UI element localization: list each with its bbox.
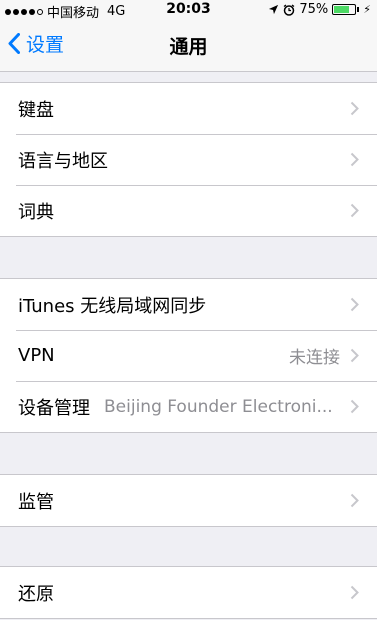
page-title: 通用	[169, 36, 208, 58]
settings-row-supervision[interactable]: 监管	[0, 475, 377, 526]
settings-group-network: iTunes 无线局域网同步 VPN 未连接 设备管理 Beijing Foun…	[0, 278, 377, 433]
battery-tip	[357, 7, 360, 12]
row-label: 还原	[18, 583, 54, 605]
settings-row-reset[interactable]: 还原	[0, 567, 377, 618]
navigation-bar: 设置 通用	[0, 20, 377, 72]
device-management-value: Beijing Founder Electroni...	[104, 396, 333, 417]
row-label: 设备管理	[18, 397, 90, 419]
charging-bolt-icon: ⚡	[363, 3, 371, 16]
chevron-right-icon	[350, 585, 359, 600]
row-label: 词典	[18, 201, 54, 223]
chevron-right-icon	[350, 297, 359, 312]
settings-row-dictionary[interactable]: 词典	[0, 185, 377, 236]
row-label: 监管	[18, 491, 54, 513]
settings-group-supervision: 监管	[0, 474, 377, 527]
chevron-right-icon	[350, 399, 359, 414]
settings-row-device-management[interactable]: 设备管理 Beijing Founder Electroni...	[0, 381, 377, 432]
settings-group-input: 键盘 语言与地区 词典	[0, 82, 377, 237]
battery-level-fill	[334, 6, 350, 13]
settings-row-itunes-wifi-sync[interactable]: iTunes 无线局域网同步	[0, 279, 377, 330]
chevron-right-icon	[350, 203, 359, 218]
alarm-clock-icon	[283, 3, 295, 16]
settings-row-language-region[interactable]: 语言与地区	[0, 134, 377, 185]
vpn-status-value: 未连接	[289, 348, 340, 368]
location-arrow-icon	[269, 4, 279, 15]
settings-row-keyboard[interactable]: 键盘	[0, 83, 377, 134]
chevron-right-icon	[350, 152, 359, 167]
battery-icon	[332, 4, 357, 15]
chevron-right-icon	[350, 101, 359, 116]
status-bar: 中国移动 4G 20:03 75% ⚡	[0, 0, 377, 21]
row-label: 键盘	[18, 99, 54, 121]
settings-group-reset: 还原	[0, 566, 377, 619]
row-label: VPN	[18, 345, 55, 366]
row-label: iTunes 无线局域网同步	[18, 295, 207, 317]
settings-row-vpn[interactable]: VPN 未连接	[0, 330, 377, 381]
battery-percent: 75%	[299, 2, 329, 17]
row-label: 语言与地区	[18, 150, 108, 172]
chevron-right-icon	[350, 493, 359, 508]
status-right: 75% ⚡	[268, 2, 371, 17]
chevron-right-icon	[350, 348, 359, 363]
